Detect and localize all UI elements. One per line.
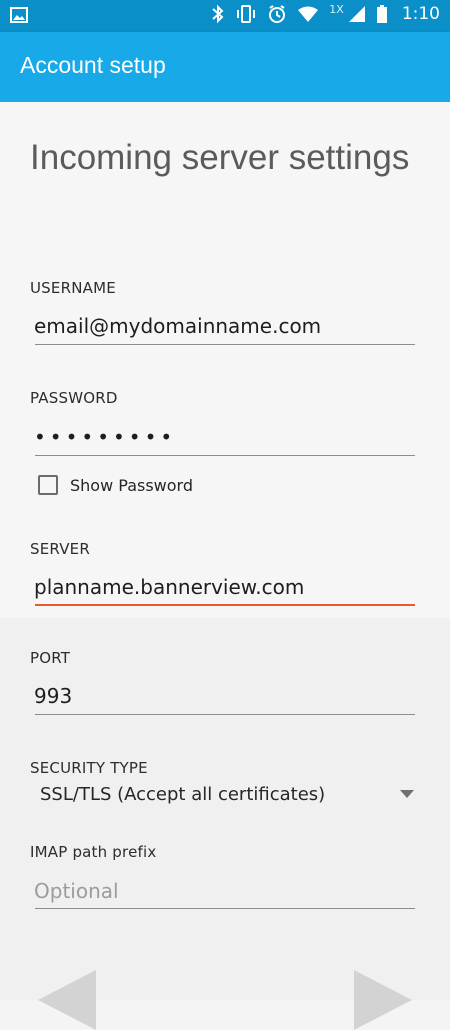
- lower-content-band: [0, 618, 450, 1000]
- next-arrow-icon[interactable]: [354, 970, 412, 1030]
- security-type-dropdown[interactable]: SSL/TLS (Accept all certificates): [40, 784, 325, 805]
- alarm-icon: [269, 5, 286, 23]
- network-label: 1X: [329, 2, 344, 16]
- security-type-label: SECURITY TYPE: [30, 759, 148, 777]
- password-field[interactable]: •••••••••: [34, 425, 176, 449]
- page-heading: Incoming server settings: [30, 138, 410, 177]
- server-label: SERVER: [30, 540, 90, 558]
- app-bar: Account setup: [0, 32, 450, 102]
- password-underline: [35, 455, 415, 456]
- password-label: PASSWORD: [30, 389, 118, 407]
- username-label: USERNAME: [30, 279, 116, 297]
- app-bar-title: Account setup: [20, 52, 166, 78]
- show-password-checkbox[interactable]: [38, 475, 58, 495]
- back-arrow-icon[interactable]: [38, 970, 96, 1030]
- server-field[interactable]: planname.bannerview.com: [34, 575, 304, 599]
- image-icon: [10, 7, 28, 23]
- imap-path-prefix-label: IMAP path prefix: [30, 843, 157, 861]
- battery-icon: [376, 5, 387, 23]
- dropdown-arrow-icon[interactable]: [400, 790, 414, 798]
- bluetooth-icon: [212, 4, 224, 24]
- port-underline: [35, 714, 415, 715]
- wifi-icon: [298, 6, 319, 22]
- port-field[interactable]: 993: [34, 684, 72, 708]
- notification-area: [10, 6, 28, 28]
- vibrate-icon: [237, 5, 256, 23]
- imap-path-prefix-field[interactable]: Optional: [34, 879, 119, 903]
- server-underline: [35, 604, 415, 606]
- username-field[interactable]: email@mydomainname.com: [34, 314, 321, 338]
- signal-icon: [348, 6, 365, 22]
- port-label: PORT: [30, 649, 71, 667]
- status-bar: 1X 1:10: [0, 0, 450, 32]
- imap-path-prefix-underline: [35, 908, 415, 909]
- show-password-label[interactable]: Show Password: [70, 476, 193, 495]
- username-underline: [35, 344, 415, 345]
- status-icons: 1X 1:10: [211, 2, 440, 24]
- clock: 1:10: [401, 4, 440, 24]
